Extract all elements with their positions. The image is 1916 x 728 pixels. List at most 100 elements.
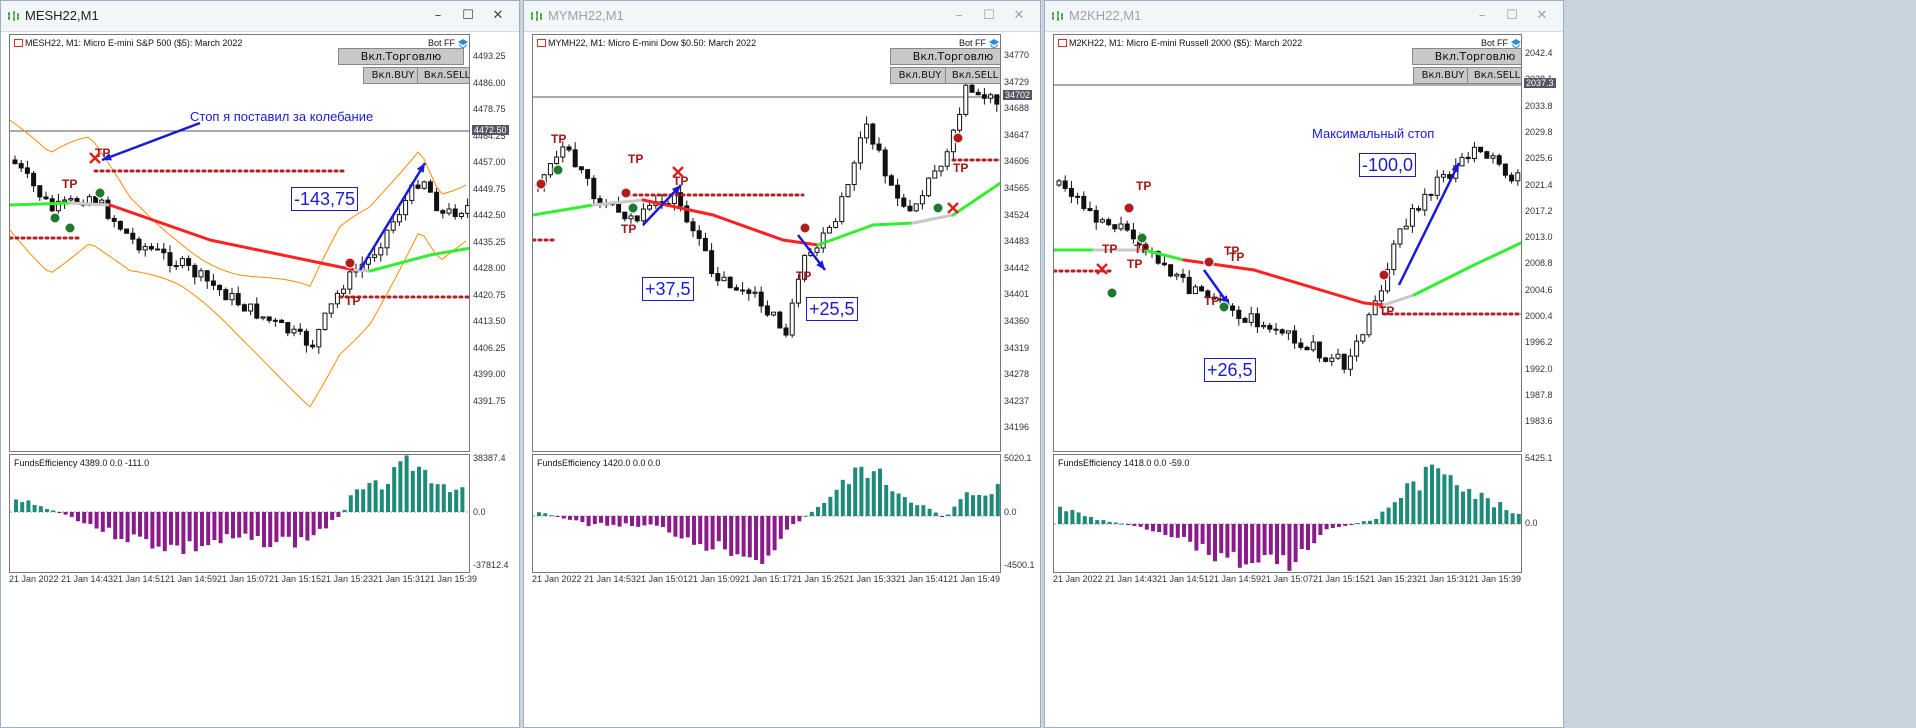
candle-body [981, 94, 987, 99]
minimize-button[interactable]: – [948, 6, 970, 26]
price-chart[interactable]: TP TP TP MESH22, M1: Micro E-mini S&P 500 … [9, 34, 470, 452]
histogram-bar [1188, 524, 1193, 542]
histogram-bar [1454, 485, 1459, 524]
maximize-button[interactable]: ☐ [978, 6, 1000, 26]
histogram-bar [723, 516, 727, 550]
window-titlebar[interactable]: MESH22,M1 – ☐ ✕ [1, 1, 519, 32]
histogram-bar [361, 489, 366, 512]
close-button[interactable]: ✕ [1531, 6, 1553, 26]
time-axis[interactable]: 21 Jan 2022 21 Jan 14:43 21 Jan 14:51 21 Ja… [9, 574, 477, 588]
price-chart-canvas[interactable]: TPTPTPTPTPTP [533, 35, 1001, 452]
histogram-bar [1182, 524, 1186, 537]
time-axis[interactable]: 21 Jan 2022 21 Jan 14:53 21 Jan 15:01 21 Ja… [532, 574, 1001, 588]
chart-window-mymh22[interactable]: MYMH22,M1 – ☐ ✕ TP TP TP TP TP TP MYMH22, M1:… [523, 0, 1041, 728]
tp-label: TP [1134, 242, 1149, 256]
histogram-bar [429, 483, 434, 512]
price-chart-canvas[interactable]: TP TP TP [10, 35, 470, 452]
hat-icon [989, 39, 999, 48]
enable-sell-button[interactable]: Вкл.SELL [417, 67, 469, 84]
enable-trading-button[interactable]: Вкл.Торговлю [890, 48, 1000, 65]
funds-efficiency-panel[interactable]: FundsEfficiency 4389.0 0.0 -111.0 [9, 454, 470, 573]
enable-sell-button[interactable]: Вкл.SELL [945, 67, 1000, 84]
chart-menu-icon[interactable] [537, 39, 546, 47]
enable-buy-button[interactable]: Вкл.BUY [890, 67, 950, 84]
candle-body [1112, 224, 1118, 230]
price-label: 2004.6 [1525, 284, 1553, 295]
time-label: 21 Jan 15:23 [321, 574, 374, 584]
time-axis[interactable]: 21 Jan 2022 21 Jan 14:43 21 Jan 14:51 21 Ja… [1053, 574, 1522, 588]
enable-trading-button[interactable]: Вкл.Торговлю [338, 48, 464, 65]
chart-menu-icon[interactable] [1058, 39, 1067, 47]
funds-efficiency-panel[interactable]: FundsEfficiency 1420.0 0.0 0.0 [532, 454, 1001, 573]
histogram-bar [398, 461, 403, 512]
price-chart[interactable]: TP TP TP TP TP TP MYMH22, M1: Micro E-mini Do… [532, 34, 1001, 452]
time-label: 21 Jan 15:33 [844, 574, 897, 584]
window-titlebar[interactable]: MYMH22,M1 – ☐ ✕ [524, 1, 1040, 32]
candle-body [628, 215, 634, 220]
symbol-title: MYMH22, M1: Micro E-mini Dow $0.50: Marc… [548, 38, 757, 48]
annotation-result-box[interactable]: -143,75 [291, 187, 359, 211]
price-chart[interactable]: TP TP TP TP TP TP TP TP M2KH22, M1: Micro E-min… [1053, 34, 1522, 452]
time-label: 21 Jan 15:07 [217, 574, 270, 584]
candle-body [37, 185, 43, 198]
histogram-bar [586, 516, 591, 527]
histogram-bar [710, 516, 715, 550]
close-button[interactable]: ✕ [1008, 6, 1030, 26]
histogram-bar [1268, 524, 1273, 555]
histogram-bar [131, 512, 136, 535]
histogram-bar [896, 493, 901, 516]
maximize-button[interactable]: ☐ [1501, 6, 1523, 26]
annotation-result-box[interactable]: -100,0 [1359, 153, 1417, 177]
enable-buy-button[interactable]: Вкл.BUY [1413, 67, 1473, 84]
window-titlebar[interactable]: M2KH22,M1 – ☐ ✕ [1045, 1, 1563, 32]
indicator-title: FundsEfficiency 1418.0 0.0 -59.0 [1058, 458, 1190, 468]
enable-buy-button[interactable]: Вкл.BUY [363, 67, 423, 84]
histogram-bar [181, 512, 186, 554]
histogram-bar [1330, 524, 1335, 528]
indicator-scale-label: -4500.1 [1004, 560, 1035, 570]
histogram-bar [1343, 524, 1348, 526]
price-scale[interactable]: 2042.42038.12033.82029.82025.62021.42017… [1522, 34, 1557, 452]
candle-body [384, 229, 390, 249]
candle-body [192, 264, 198, 278]
histogram-bar [1163, 524, 1168, 536]
minimize-button[interactable]: – [1471, 6, 1493, 26]
histogram-bar [324, 512, 328, 529]
price-label: 1992.0 [1525, 363, 1553, 374]
histogram-bar [1076, 512, 1081, 524]
enable-trading-button[interactable]: Вкл.Торговлю [1412, 48, 1521, 65]
price-chart-canvas[interactable]: TP TPTPTPTPTPTPTP [1054, 35, 1522, 452]
histogram-bar [448, 492, 452, 512]
maximize-button[interactable]: ☐ [457, 6, 479, 26]
histogram-bar [1070, 510, 1075, 524]
close-button[interactable]: ✕ [487, 6, 509, 26]
histogram-bar [760, 516, 765, 564]
candle-body [1261, 324, 1267, 328]
time-label: 21 Jan 14:59 [1209, 574, 1262, 584]
candle-body [591, 177, 597, 200]
candle-body [421, 181, 427, 189]
chart-window-m2kh22[interactable]: M2KH22,M1 – ☐ ✕ TP TP TP TP TP TP TP TP M2KH22,… [1044, 0, 1564, 728]
enable-sell-button[interactable]: Вкл.SELL [1467, 67, 1521, 84]
histogram-bar [1095, 520, 1100, 524]
candle-body [1515, 172, 1521, 182]
chart-window-mesh22[interactable]: MESH22,M1 – ☐ ✕ TP TP TP MESH22, M1: Micro… [0, 0, 520, 728]
minimize-button[interactable]: – [427, 6, 449, 26]
annotation-result-box[interactable]: +26,5 [1204, 358, 1256, 382]
histogram-bar [218, 512, 223, 544]
price-scale[interactable]: 4493.25 4486.00 4478.75 4464.25 4457.00 4449.… [470, 34, 513, 452]
funds-efficiency-panel[interactable]: FundsEfficiency 1418.0 0.0 -59.0 [1053, 454, 1522, 573]
chart-menu-icon[interactable] [14, 39, 23, 47]
price-label: 2025.6 [1525, 153, 1553, 164]
moving-average-segment [208, 238, 342, 269]
time-label: 21 Jan 2022 [1053, 574, 1103, 584]
annotation-result-box[interactable]: +25,5 [806, 297, 858, 321]
histogram-bar [933, 512, 938, 516]
candle-body [1459, 156, 1465, 167]
candle-body [254, 303, 260, 319]
price-scale[interactable]: 34770 34729 34688 34647 34606 34565 34524 34483… [1001, 34, 1036, 452]
annotation-result-box[interactable]: +37,5 [642, 277, 694, 301]
indicator-title: FundsEfficiency 4389.0 0.0 -111.0 [14, 458, 150, 468]
candle-body [870, 123, 876, 145]
histogram-bar [778, 516, 783, 539]
